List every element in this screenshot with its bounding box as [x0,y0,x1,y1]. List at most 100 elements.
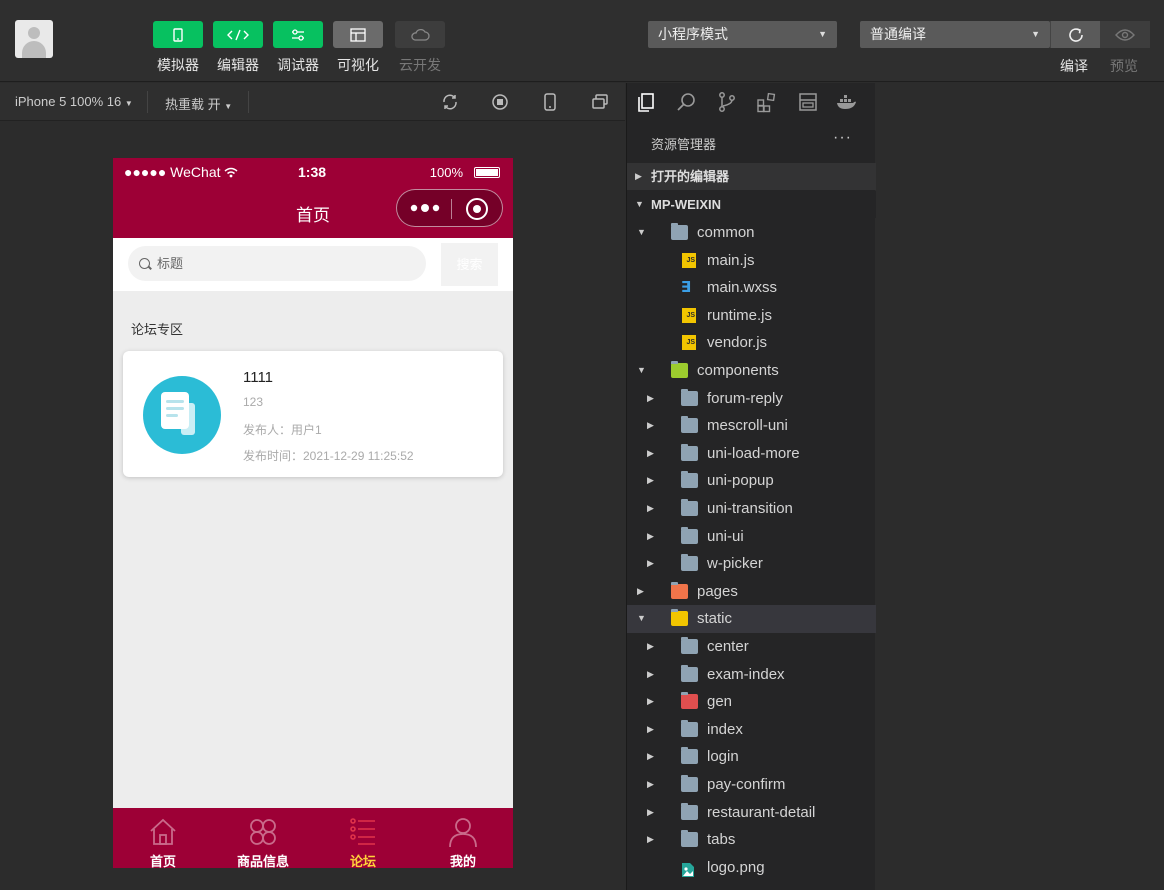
device-select[interactable]: iPhone 5 100% 16 ▼ [15,94,133,109]
layout-icon[interactable] [333,21,383,48]
preview-button[interactable] [1100,21,1150,48]
hot-reload-select[interactable]: 热重载 开 ▼ [165,94,232,113]
compile-button[interactable] [1050,21,1100,48]
tree-item-tabs[interactable]: ▶ tabs [627,826,876,854]
chevron-down-icon[interactable]: ▼ [637,605,646,632]
chevron-right-icon[interactable]: ▶ [647,716,654,743]
tree-item-uni-popup[interactable]: ▶ uni-popup [627,467,876,495]
mode-select[interactable]: 小程序模式 ▼ [648,21,837,48]
search-button[interactable]: 搜索 [441,243,498,286]
tree-item-uni-ui[interactable]: ▶ uni-ui [627,523,876,551]
cloud-tool[interactable]: 云开发 [395,21,445,75]
project-section[interactable]: ▼ MP-WEIXIN [627,191,876,218]
divider [147,91,148,113]
project-label: MP-WEIXIN [651,197,722,212]
tree-item-uni-transition[interactable]: ▶ uni-transition [627,495,876,523]
section-title: 论坛专区 [131,322,184,337]
search-icon[interactable] [676,91,698,113]
detach-window-icon[interactable] [591,93,609,111]
chevron-right-icon[interactable]: ▶ [647,743,654,770]
folder-icon [681,775,698,792]
tree-item-pay-confirm[interactable]: ▶ pay-confirm [627,771,876,799]
tree-item-components[interactable]: ▼ components [627,357,876,385]
js-file-icon: JS [682,335,696,351]
tree-item-common[interactable]: ▼ common [627,219,876,247]
preview-label[interactable]: 预览 [1110,56,1138,76]
tree-item-main-wxss[interactable]: ∃ main.wxss [627,274,876,302]
files-icon[interactable] [635,91,657,113]
tree-item-label: pay-confirm [707,776,786,793]
tab-mine[interactable]: 我的 [413,808,513,868]
search-input[interactable]: 标题 [128,246,426,281]
phone-icon[interactable] [541,93,559,111]
tree-item-logo-png[interactable]: logo.png [627,854,876,882]
chevron-right-icon[interactable]: ▶ [647,799,654,826]
debugger-tool[interactable]: 调试器 [273,21,323,75]
more-dots-icon[interactable] [409,203,441,213]
chevron-right-icon[interactable]: ▶ [647,440,654,467]
chevron-right-icon[interactable]: ▶ [647,385,654,412]
close-circle-icon[interactable] [466,198,488,220]
debug-icon[interactable] [273,21,323,48]
folder-icon [681,554,698,572]
source-control-icon[interactable] [716,91,738,113]
editor-tool[interactable]: 编辑器 [213,21,263,75]
chevron-right-icon[interactable]: ▶ [647,523,654,550]
code-icon[interactable] [213,21,263,48]
tree-item-login[interactable]: ▶ login [627,743,876,771]
open-editors-section[interactable]: ▶ 打开的编辑器 [627,163,876,190]
tree-item-forum-reply[interactable]: ▶ forum-reply [627,385,876,413]
tree-item-main-js[interactable]: JS main.js [627,247,876,275]
chevron-right-icon[interactable]: ▶ [647,467,654,494]
tree-item-runtime-js[interactable]: JS runtime.js [627,302,876,330]
chevron-right-icon[interactable]: ▶ [647,826,654,853]
folder-icon [681,692,698,710]
tab-home[interactable]: 首页 [113,808,213,868]
stop-icon[interactable] [491,93,509,111]
chevron-down-icon[interactable]: ▼ [637,219,646,246]
cloud-icon[interactable] [395,21,445,48]
folder-icon [671,609,688,627]
tab-forum[interactable]: 论坛 [313,808,413,868]
chevron-right-icon[interactable]: ▶ [647,550,654,577]
caret-down-icon: ▼ [818,29,827,39]
chevron-right-icon[interactable]: ▶ [647,495,654,522]
rotate-icon[interactable] [441,93,459,111]
tree-item-w-picker[interactable]: ▶ w-picker [627,550,876,578]
docker-icon[interactable] [835,91,857,113]
user-avatar[interactable] [15,20,53,58]
folder-icon [681,471,698,489]
chevron-right-icon[interactable]: ▶ [647,633,654,660]
menu-capsule[interactable] [396,189,503,227]
simulator-tool[interactable]: 模拟器 [153,21,203,75]
tree-item-static[interactable]: ▼ static [627,605,876,633]
extensions-icon[interactable] [756,91,778,113]
tree-item-vendor-js[interactable]: JS vendor.js [627,329,876,357]
tree-item-label: uni-load-more [707,444,800,462]
chevron-right-icon[interactable]: ▶ [637,578,644,605]
forum-post-card[interactable]: 1111 123 发布人：用户1 发布时间：2021-12-29 11:25:5… [123,351,503,477]
tree-item-uni-load-more[interactable]: ▶ uni-load-more [627,440,876,468]
storage-icon[interactable] [797,91,819,113]
tree-item-label: mescroll-uni [707,417,788,435]
tab-products[interactable]: 商品信息 [213,808,313,868]
tree-item-pages[interactable]: ▶ pages [627,578,876,606]
tree-item-gen[interactable]: ▶ gen [627,688,876,716]
tree-item-label: center [707,638,749,655]
chevron-right-icon[interactable]: ▶ [647,688,654,715]
chevron-down-icon[interactable]: ▼ [637,357,646,384]
visual-label: 可视化 [337,57,379,73]
tree-item-exam-index[interactable]: ▶ exam-index [627,661,876,689]
visual-tool[interactable]: 可视化 [333,21,383,75]
tree-item-center[interactable]: ▶ center [627,633,876,661]
tree-item-restaurant-detail[interactable]: ▶ restaurant-detail [627,799,876,827]
chevron-right-icon[interactable]: ▶ [647,771,654,798]
more-icon[interactable]: ··· [833,129,852,147]
compile-select[interactable]: 普通编译 ▼ [860,21,1050,48]
chevron-right-icon[interactable]: ▶ [647,412,654,439]
tree-item-index[interactable]: ▶ index [627,716,876,744]
tree-item-mescroll-uni[interactable]: ▶ mescroll-uni [627,412,876,440]
phone-icon[interactable] [153,21,203,48]
chevron-right-icon[interactable]: ▶ [647,661,654,688]
compile-label[interactable]: 编译 [1060,56,1088,76]
